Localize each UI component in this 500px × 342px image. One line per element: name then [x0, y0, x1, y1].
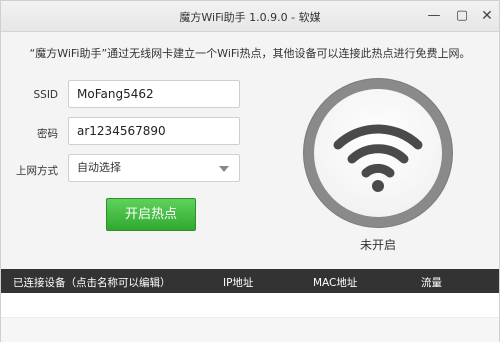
wifi-icon: [333, 124, 423, 192]
devices-table-body[interactable]: [1, 293, 499, 342]
mode-select[interactable]: 自动选择: [68, 154, 240, 182]
ssid-label: SSID: [33, 89, 58, 101]
ssid-input[interactable]: MoFang5462: [68, 80, 240, 108]
column-header-traffic[interactable]: 流量: [421, 275, 442, 290]
title-bar[interactable]: 魔方WiFi助手 1.0.9.0 - 软媒 — ▢ ✕: [1, 1, 499, 32]
mode-select-value: 自动选择: [77, 161, 121, 174]
minimize-icon[interactable]: —: [425, 7, 443, 25]
hotspot-status: 未开启: [359, 238, 396, 252]
maximize-icon[interactable]: ▢: [453, 7, 471, 25]
column-header-device[interactable]: 已连接设备（点击名称可以编辑）: [13, 275, 171, 290]
mode-label: 上网方式: [16, 165, 58, 177]
app-window: 魔方WiFi助手 1.0.9.0 - 软媒 — ▢ ✕ “魔方WiFi助手”通过…: [0, 0, 500, 342]
chevron-down-icon[interactable]: [219, 166, 229, 172]
hotspot-toggle-circle[interactable]: [304, 79, 452, 227]
start-hotspot-button[interactable]: 开启热点: [106, 198, 196, 231]
password-label: 密码: [37, 128, 58, 140]
close-icon[interactable]: ✕: [478, 7, 496, 25]
table-row-stripe: [1, 317, 499, 342]
password-input[interactable]: ar1234567890: [68, 117, 240, 145]
description-text: “魔方WiFi助手”通过无线网卡建立一个WiFi热点，其他设备可以连接此热点进行…: [29, 47, 471, 60]
column-header-mac[interactable]: MAC地址: [313, 275, 357, 290]
hotspot-toggle-inner: [314, 89, 442, 217]
devices-table-header: 已连接设备（点击名称可以编辑） IP地址 MAC地址 流量: [1, 269, 499, 293]
column-header-ip[interactable]: IP地址: [223, 275, 253, 290]
